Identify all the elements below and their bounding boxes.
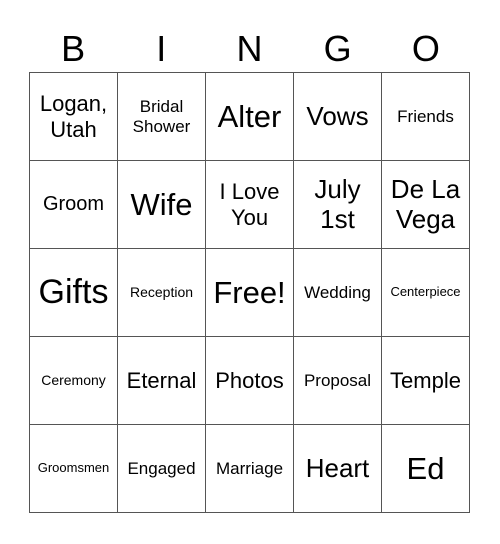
bingo-cell[interactable]: Friends bbox=[382, 73, 470, 161]
bingo-cell[interactable]: Groom bbox=[30, 161, 118, 249]
bingo-cell[interactable]: Eternal bbox=[118, 337, 206, 425]
bingo-cell[interactable]: Reception bbox=[118, 249, 206, 337]
bingo-cell[interactable]: Bridal Shower bbox=[118, 73, 206, 161]
bingo-cell[interactable]: Heart bbox=[294, 425, 382, 513]
bingo-cell[interactable]: Wedding bbox=[294, 249, 382, 337]
header-letter-i: I bbox=[156, 28, 167, 69]
bingo-cell[interactable]: Logan, Utah bbox=[30, 73, 118, 161]
bingo-cell[interactable]: Alter bbox=[206, 73, 294, 161]
bingo-cell[interactable]: Marriage bbox=[206, 425, 294, 513]
header-letter-g: G bbox=[323, 28, 352, 69]
bingo-grid: Logan, Utah Bridal Shower Alter Vows Fri… bbox=[29, 72, 470, 513]
bingo-cell[interactable]: Groomsmen bbox=[30, 425, 118, 513]
bingo-cell[interactable]: Photos bbox=[206, 337, 294, 425]
bingo-cell[interactable]: I Love You bbox=[206, 161, 294, 249]
header-letter-n: N bbox=[236, 28, 263, 69]
bingo-cell[interactable]: Wife bbox=[118, 161, 206, 249]
header-letter-o: O bbox=[411, 28, 440, 69]
bingo-cell[interactable]: Vows bbox=[294, 73, 382, 161]
free-space-cell[interactable]: Free! bbox=[206, 249, 294, 337]
bingo-cell[interactable]: Gifts bbox=[30, 249, 118, 337]
bingo-cell[interactable]: Proposal bbox=[294, 337, 382, 425]
bingo-cell[interactable]: De La Vega bbox=[382, 161, 470, 249]
bingo-cell[interactable]: Temple bbox=[382, 337, 470, 425]
bingo-cell[interactable]: Centerpiece bbox=[382, 249, 470, 337]
bingo-cell[interactable]: Ceremony bbox=[30, 337, 118, 425]
bingo-cell[interactable]: Engaged bbox=[118, 425, 206, 513]
bingo-header: B I N G O bbox=[29, 24, 470, 74]
header-letter-b: B bbox=[61, 28, 86, 69]
bingo-cell[interactable]: July 1st bbox=[294, 161, 382, 249]
bingo-cell[interactable]: Ed bbox=[382, 425, 470, 513]
